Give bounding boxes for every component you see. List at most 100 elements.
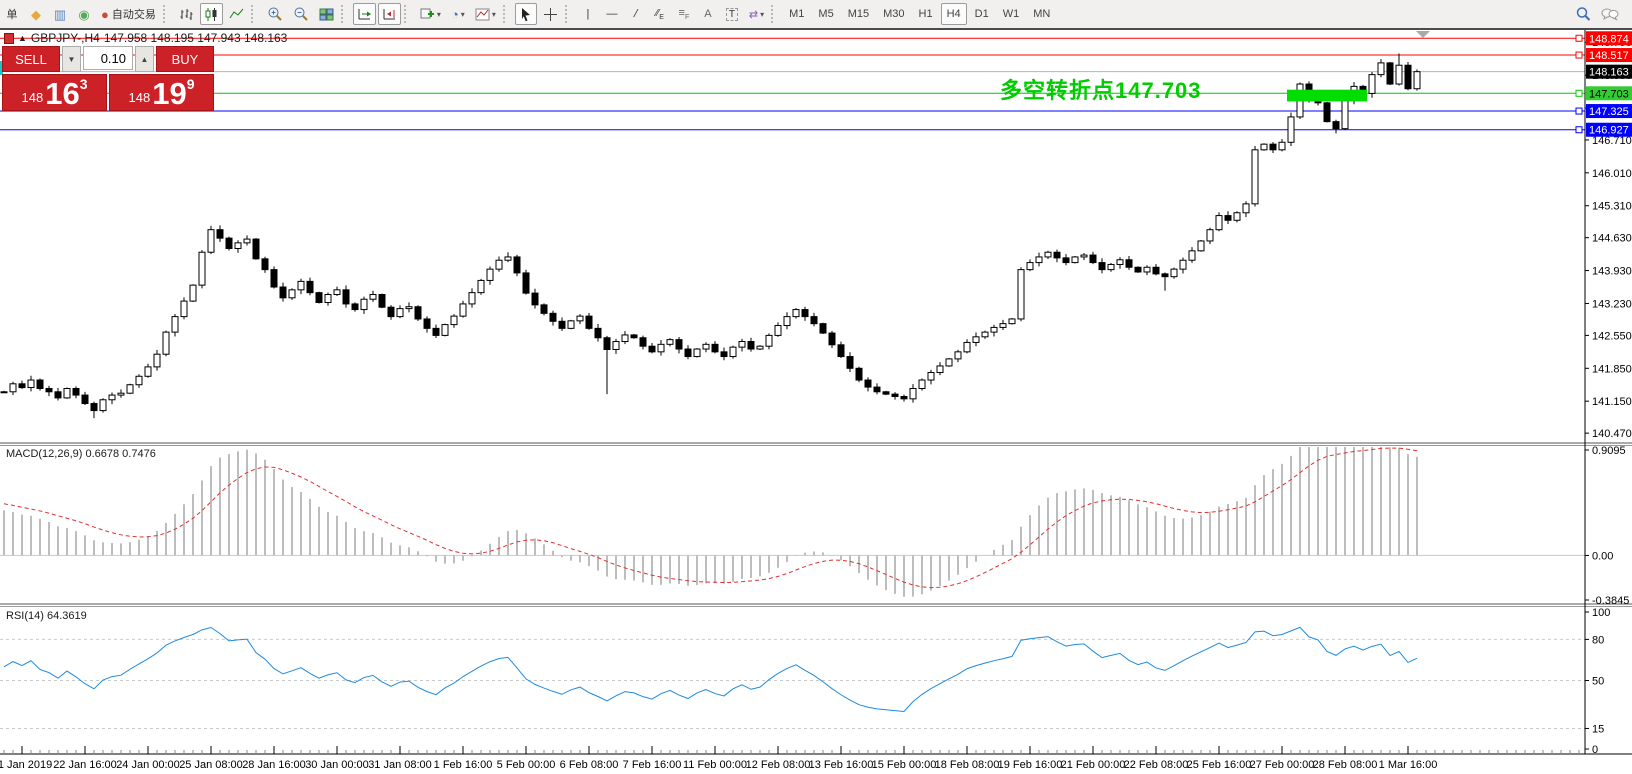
candle[interactable] bbox=[658, 344, 664, 352]
candle[interactable] bbox=[1063, 258, 1069, 263]
candle[interactable] bbox=[334, 290, 340, 295]
candle[interactable] bbox=[136, 376, 142, 384]
collapse-panel-icon[interactable]: ▲ bbox=[18, 33, 27, 43]
candle[interactable] bbox=[1108, 264, 1114, 269]
candle[interactable] bbox=[1234, 213, 1240, 221]
candle[interactable] bbox=[1018, 270, 1024, 319]
chart-shift-button[interactable] bbox=[378, 3, 401, 25]
candle[interactable] bbox=[298, 281, 304, 289]
candle[interactable] bbox=[1135, 267, 1141, 272]
candle[interactable] bbox=[622, 335, 628, 342]
candle[interactable] bbox=[766, 335, 772, 346]
crosshair-button[interactable] bbox=[539, 3, 562, 25]
zoom-out-button[interactable] bbox=[289, 3, 313, 25]
candle[interactable] bbox=[1207, 230, 1213, 241]
candle[interactable] bbox=[460, 304, 466, 316]
candle[interactable] bbox=[1153, 267, 1159, 274]
candle[interactable] bbox=[109, 395, 115, 400]
metaquotes-button[interactable]: ◆ bbox=[25, 3, 47, 25]
sell-price-button[interactable]: 148163 bbox=[2, 74, 107, 111]
bar-chart-button[interactable] bbox=[175, 3, 198, 25]
candle[interactable] bbox=[226, 238, 232, 248]
volume-input[interactable] bbox=[83, 46, 133, 70]
buy-button[interactable]: BUY bbox=[156, 46, 214, 72]
candle[interactable] bbox=[424, 319, 430, 328]
candle[interactable] bbox=[208, 230, 214, 253]
candle[interactable] bbox=[649, 346, 655, 352]
candle[interactable] bbox=[1378, 63, 1384, 75]
candle[interactable] bbox=[217, 230, 223, 238]
chart-shift-marker[interactable] bbox=[1416, 31, 1430, 38]
candle[interactable] bbox=[1054, 252, 1060, 258]
timeframe-m30[interactable]: M30 bbox=[877, 3, 910, 25]
candle[interactable] bbox=[199, 252, 205, 285]
candle[interactable] bbox=[631, 335, 637, 338]
candle[interactable] bbox=[1171, 269, 1177, 277]
candle[interactable] bbox=[55, 392, 61, 398]
line-chart-button[interactable] bbox=[225, 3, 248, 25]
candle[interactable] bbox=[865, 380, 871, 387]
candle[interactable] bbox=[883, 392, 889, 394]
timeframe-w1[interactable]: W1 bbox=[997, 3, 1026, 25]
candle[interactable] bbox=[316, 293, 322, 303]
candle[interactable] bbox=[757, 346, 763, 349]
candle[interactable] bbox=[1126, 260, 1132, 268]
text-label-button[interactable]: T bbox=[721, 3, 743, 25]
candle[interactable] bbox=[262, 259, 268, 270]
candle[interactable] bbox=[28, 380, 34, 388]
candle[interactable] bbox=[973, 337, 979, 343]
candle[interactable] bbox=[1333, 122, 1339, 129]
candle[interactable] bbox=[982, 332, 988, 337]
candle[interactable] bbox=[748, 342, 754, 350]
candle[interactable] bbox=[946, 359, 952, 366]
candle[interactable] bbox=[487, 269, 493, 280]
candle[interactable] bbox=[694, 349, 700, 357]
candle[interactable] bbox=[1279, 142, 1285, 150]
candle[interactable] bbox=[1252, 150, 1258, 204]
horizontal-line-button[interactable]: — bbox=[601, 3, 623, 25]
candle[interactable] bbox=[253, 239, 259, 259]
candle[interactable] bbox=[451, 316, 457, 324]
candle[interactable] bbox=[721, 352, 727, 357]
timeframe-d1[interactable]: D1 bbox=[969, 3, 995, 25]
candle[interactable] bbox=[100, 400, 106, 411]
candle[interactable] bbox=[856, 368, 862, 380]
candle[interactable] bbox=[919, 380, 925, 388]
candle[interactable] bbox=[46, 388, 52, 391]
candle[interactable] bbox=[1117, 260, 1123, 265]
line-handle[interactable] bbox=[1576, 108, 1582, 114]
candle[interactable] bbox=[352, 304, 358, 310]
timeframe-mn[interactable]: MN bbox=[1027, 3, 1056, 25]
candle[interactable] bbox=[343, 290, 349, 304]
candle[interactable] bbox=[244, 239, 250, 243]
candle[interactable] bbox=[1000, 324, 1006, 328]
candle[interactable] bbox=[154, 354, 160, 367]
candle[interactable] bbox=[793, 310, 799, 317]
highlight-rect[interactable] bbox=[1287, 90, 1367, 102]
candle[interactable] bbox=[433, 328, 439, 335]
autotrading-button[interactable]: ● 自动交易 bbox=[97, 3, 160, 25]
candle[interactable] bbox=[784, 317, 790, 326]
candle[interactable] bbox=[190, 285, 196, 301]
candle[interactable] bbox=[901, 396, 907, 398]
candle[interactable] bbox=[82, 395, 88, 403]
candle[interactable] bbox=[271, 270, 277, 287]
tile-windows-button[interactable] bbox=[315, 3, 338, 25]
volume-increase-button[interactable]: ▲ bbox=[135, 46, 154, 72]
candle[interactable] bbox=[505, 257, 511, 260]
candle[interactable] bbox=[541, 305, 547, 313]
candle[interactable] bbox=[577, 316, 583, 321]
candle[interactable] bbox=[1090, 255, 1096, 263]
candle[interactable] bbox=[874, 387, 880, 392]
signals-button[interactable]: ◉ bbox=[73, 3, 95, 25]
candle[interactable] bbox=[928, 373, 934, 381]
buy-price-button[interactable]: 148199 bbox=[109, 74, 214, 111]
candle[interactable] bbox=[829, 333, 835, 345]
candle[interactable] bbox=[415, 307, 421, 319]
candle[interactable] bbox=[19, 384, 25, 388]
candle[interactable] bbox=[712, 344, 718, 352]
candle[interactable] bbox=[1027, 263, 1033, 270]
candle[interactable] bbox=[1243, 204, 1249, 213]
candle[interactable] bbox=[361, 299, 367, 309]
candle[interactable] bbox=[37, 380, 43, 388]
